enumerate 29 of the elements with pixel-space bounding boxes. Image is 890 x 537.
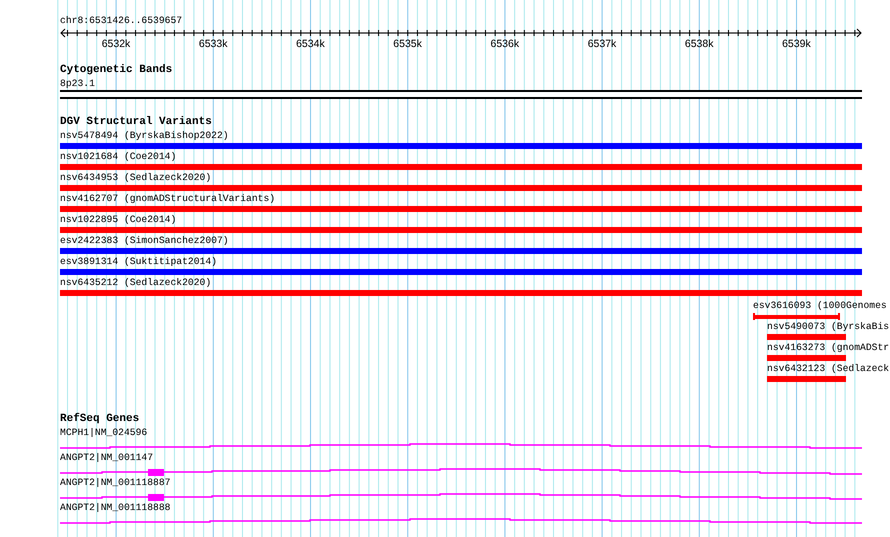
variant-label: esv3891314 (Suktitipat2014) <box>60 255 217 268</box>
tick-label: 6535k <box>393 38 422 51</box>
gene-label: MCPH1|NM_024596 <box>60 426 148 439</box>
tick-label: 6539k <box>782 38 811 51</box>
track-title: RefSeq Genes <box>60 413 140 426</box>
tick-label: 6538k <box>684 38 714 51</box>
gene-label: ANGPT2|NM_001147 <box>60 451 154 464</box>
location-text: chr8:6531426..6539657 <box>60 14 182 27</box>
tick-label: 6532k <box>102 38 130 51</box>
variant-label: nsv1021684 (Coe2014) <box>60 150 176 163</box>
variant-label: nsv4162707 (gnomADStructuralVariants) <box>60 192 276 205</box>
variant-label: nsv6432123 (Sedlazeck <box>767 362 890 375</box>
tick-label: 6533k <box>198 38 228 51</box>
tick-label: 6537k <box>588 38 616 51</box>
variant-label: nsv1022895 (Coe2014) <box>60 213 176 226</box>
variant-label: nsv5490073 (ByrskaBis <box>767 320 890 333</box>
variant-label: esv2422383 (SimonSanchez2007) <box>60 234 229 247</box>
variant-label: nsv5478494 (ByrskaBishop2022) <box>60 129 229 142</box>
variant-label: nsv4163273 (gnomADStr <box>767 341 890 354</box>
track-title: DGV Structural Variants <box>60 116 212 129</box>
tick-label: 6534k <box>296 38 325 51</box>
gene-label: ANGPT2|NM_001118888 <box>60 501 170 514</box>
variant-label: nsv6435212 (Sedlazeck2020) <box>60 276 212 289</box>
variant-label: esv3616093 (1000Genomes <box>753 299 887 312</box>
track-title: Cytogenetic Bands <box>60 64 172 77</box>
variant-label: nsv6434953 (Sedlazeck2020) <box>60 171 212 184</box>
gene-label: ANGPT2|NM_001118887 <box>60 476 170 489</box>
band-label: 8p23.1 <box>60 77 95 90</box>
tick-label: 6536k <box>490 38 520 51</box>
